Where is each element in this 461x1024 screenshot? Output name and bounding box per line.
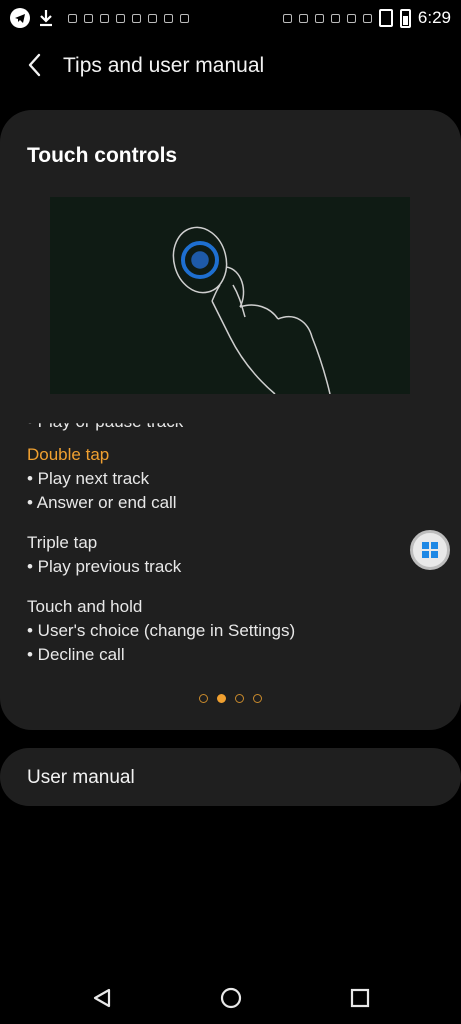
nav-recents-button[interactable] — [348, 986, 372, 1010]
clock: 6:29 — [417, 8, 451, 27]
battery-icon — [399, 8, 411, 28]
nav-recents-icon — [350, 988, 370, 1008]
back-arrow-icon — [28, 53, 41, 77]
notification-icons — [68, 13, 189, 23]
page-dot[interactable] — [253, 694, 262, 703]
list-item: • Play next track — [27, 469, 150, 488]
download-icon — [40, 10, 52, 27]
touch-hold-heading: Touch and hold — [27, 597, 143, 616]
list-item: • Decline call — [27, 645, 125, 664]
gesture-list: Double tap • Play next track • Answer or… — [27, 443, 427, 667]
nav-back-icon — [93, 988, 111, 1008]
touch-illustration — [50, 197, 410, 395]
vibrate-icon — [378, 9, 393, 27]
page-dot-active[interactable] — [217, 694, 226, 703]
page-dot[interactable] — [235, 694, 244, 703]
page-indicator — [199, 694, 262, 703]
floating-toolbox-icon — [422, 542, 438, 558]
page-title: Tips and user manual — [63, 54, 265, 77]
nav-home-icon — [220, 987, 242, 1009]
list-item: • User's choice (change in Settings) — [27, 621, 296, 640]
app-bar: Tips and user manual — [0, 46, 461, 86]
nav-back-button[interactable] — [90, 986, 114, 1010]
back-button[interactable] — [20, 50, 50, 80]
user-manual-item[interactable]: User manual — [0, 748, 461, 806]
card-title: Touch controls — [27, 144, 178, 167]
triple-tap-heading: Triple tap — [27, 533, 98, 552]
telegram-icon — [10, 8, 30, 28]
floating-toolbox-button[interactable] — [410, 530, 450, 570]
page-dot[interactable] — [199, 694, 208, 703]
system-icons — [282, 13, 372, 23]
partial-line: • Play or pause track — [27, 412, 184, 431]
list-item: • Play previous track — [27, 557, 182, 576]
double-tap-heading: Double tap — [27, 445, 110, 464]
list-item: • Answer or end call — [27, 493, 177, 512]
status-right: 6:29 — [277, 8, 451, 28]
navigation-bar — [0, 968, 461, 1024]
status-left — [10, 8, 189, 28]
nav-home-button[interactable] — [219, 986, 243, 1010]
user-manual-label: User manual — [27, 767, 135, 788]
status-bar: 6:29 — [0, 0, 461, 40]
touch-controls-card[interactable]: Touch controls • Play or pause track Dou… — [0, 110, 461, 730]
